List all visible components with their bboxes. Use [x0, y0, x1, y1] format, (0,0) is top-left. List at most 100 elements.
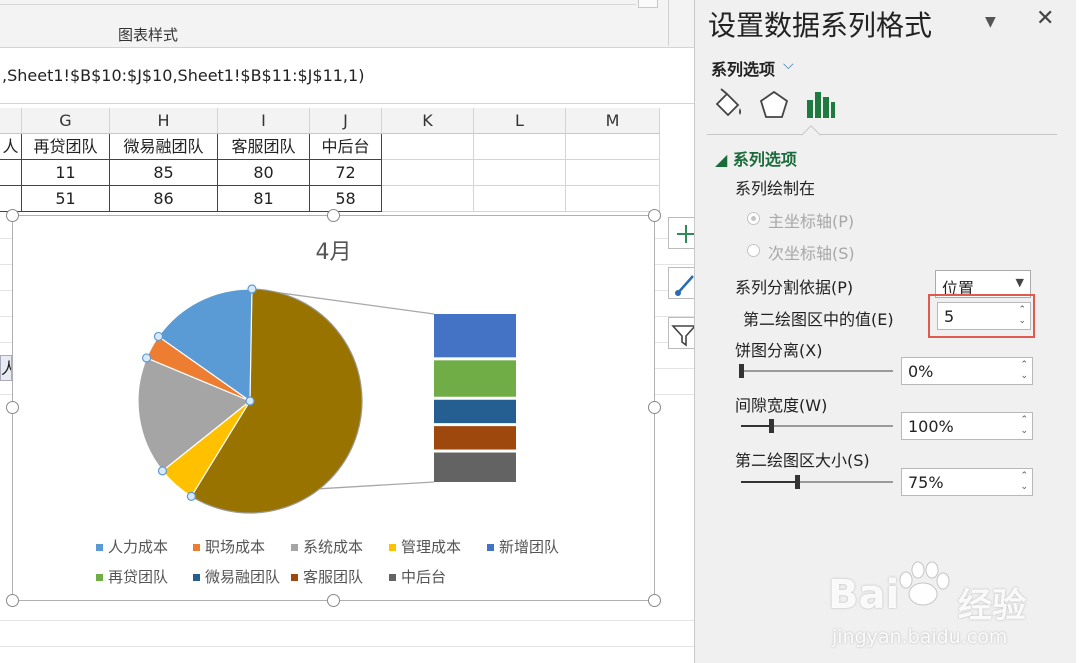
column-header-partial[interactable] [0, 108, 22, 134]
point-handle[interactable] [153, 331, 164, 342]
table-cell[interactable] [382, 134, 474, 160]
explosion-slider[interactable] [739, 364, 893, 378]
chart-filters-button[interactable] [668, 317, 697, 349]
slider-thumb[interactable] [739, 364, 744, 378]
bar-chart-icon[interactable] [803, 88, 837, 122]
chart-styles-button[interactable] [668, 267, 696, 299]
table-cell[interactable]: 85 [110, 160, 218, 186]
ribbon-gallery-scroll[interactable] [638, 0, 658, 8]
table-header-cell[interactable]: 再贷团队 [22, 134, 110, 160]
chevron-down-icon[interactable]: ⌵ [783, 57, 794, 73]
table-cell[interactable] [566, 186, 660, 212]
table-cell[interactable]: 51 [22, 186, 110, 212]
column-header-m[interactable]: M [566, 108, 660, 134]
table-cell[interactable] [0, 160, 22, 186]
spin-up-icon[interactable]: ⌃ [1020, 471, 1028, 481]
table-cell[interactable]: 80 [218, 160, 310, 186]
column-header-h[interactable]: H [110, 108, 218, 134]
slider-thumb[interactable] [795, 475, 801, 489]
chart-elements-button[interactable] [668, 217, 696, 249]
table-cell[interactable]: 86 [110, 186, 218, 212]
bar-segment[interactable] [434, 314, 516, 358]
primary-axis-radio[interactable] [747, 212, 760, 225]
point-handle[interactable] [186, 491, 196, 501]
explosion-stepper[interactable]: 0% ⌃ ⌄ [901, 357, 1033, 385]
pane-options-dropdown-icon[interactable]: ▼ [985, 14, 996, 30]
bar-segment[interactable] [434, 360, 516, 397]
legend-item[interactable]: 新增团队 [487, 536, 559, 557]
table-cell[interactable]: 11 [22, 160, 110, 186]
resize-handle[interactable] [6, 594, 19, 607]
formula-text[interactable]: ,Sheet1!$B$10:$J$10,Sheet1!$B$11:$J$11,1… [2, 66, 364, 85]
paint-bucket-icon[interactable] [711, 88, 745, 122]
gap-width-stepper[interactable]: 100% ⌃ ⌄ [901, 412, 1033, 440]
point-handle[interactable] [142, 353, 152, 363]
legend-item[interactable]: 职场成本 [193, 536, 265, 557]
slider-thumb[interactable] [769, 419, 775, 433]
explosion-value[interactable]: 0% [908, 362, 933, 381]
legend-item[interactable]: 系统成本 [291, 536, 363, 557]
table-header-cell[interactable]: 中后台 [310, 134, 382, 160]
spin-up-icon[interactable]: ⌃ [1020, 415, 1028, 425]
spin-down-icon[interactable]: ⌄ [1020, 426, 1028, 436]
formula-bar[interactable]: ,Sheet1!$B$10:$J$10,Sheet1!$B$11:$J$11,1… [0, 48, 694, 104]
table-cell[interactable]: 人 [0, 134, 22, 160]
column-header-l[interactable]: L [474, 108, 566, 134]
secondary-axis-radio[interactable] [747, 244, 760, 257]
legend-item[interactable]: 微易融团队 [193, 566, 280, 587]
column-header-i[interactable]: I [218, 108, 310, 134]
legend-item[interactable]: 再贷团队 [96, 566, 168, 587]
selected-cell-partial[interactable]: 人 [0, 355, 12, 381]
spin-up-icon[interactable]: ⌃ [1020, 360, 1028, 370]
point-handle[interactable] [157, 466, 168, 476]
chart-title[interactable]: 4月 [13, 234, 654, 266]
legend-item[interactable]: 客服团队 [291, 566, 363, 587]
second-plot-size-slider[interactable] [741, 475, 893, 489]
legend-item[interactable]: 管理成本 [389, 536, 461, 557]
pie-chart-area[interactable]: 4月 人力成本 职场成本 系统成本 管理成本 新增团队 再贷团队 微易融团队 客… [12, 215, 655, 601]
table-cell[interactable]: 72 [310, 160, 382, 186]
resize-handle[interactable] [6, 401, 19, 414]
column-header-j[interactable]: J [310, 108, 382, 134]
pentagon-icon[interactable] [757, 88, 791, 122]
resize-handle[interactable] [648, 594, 661, 607]
close-icon[interactable]: ✕ [1036, 6, 1054, 31]
resize-handle[interactable] [327, 209, 340, 222]
section-series-options[interactable]: ◢ 系列选项 [715, 146, 797, 170]
bar-segment[interactable] [434, 399, 516, 424]
legend-item[interactable]: 中后台 [389, 566, 446, 587]
table-cell[interactable] [566, 134, 660, 160]
table-header-cell[interactable]: 客服团队 [218, 134, 310, 160]
resize-handle[interactable] [327, 594, 340, 607]
table-cell[interactable] [474, 186, 566, 212]
gap-width-value[interactable]: 100% [908, 417, 954, 436]
table-cell[interactable]: 58 [310, 186, 382, 212]
series-options-tab[interactable]: 系列选项 [711, 56, 775, 80]
column-header-g[interactable]: G [22, 108, 110, 134]
table-cell[interactable] [474, 160, 566, 186]
table-cell[interactable] [382, 186, 474, 212]
resize-handle[interactable] [648, 401, 661, 414]
point-handle[interactable] [247, 284, 257, 294]
bar-segment[interactable] [434, 452, 516, 482]
second-plot-size-stepper[interactable]: 75% ⌃ ⌄ [901, 468, 1033, 496]
column-header-k[interactable]: K [382, 108, 474, 134]
second-plot-size-value[interactable]: 75% [908, 473, 944, 492]
spin-down-icon[interactable]: ⌄ [1020, 371, 1028, 381]
table-header-cell[interactable]: 微易融团队 [110, 134, 218, 160]
resize-handle[interactable] [6, 209, 19, 222]
gap-width-slider[interactable] [741, 419, 893, 433]
table-cell[interactable] [382, 160, 474, 186]
ribbon-gallery-edge [0, 4, 636, 5]
table-cell[interactable]: 81 [218, 186, 310, 212]
chart-plot[interactable] [13, 276, 653, 576]
legend-item[interactable]: 人力成本 [96, 536, 168, 557]
spin-down-icon[interactable]: ⌄ [1020, 482, 1028, 492]
table-cell[interactable] [474, 134, 566, 160]
point-handle[interactable] [245, 396, 255, 406]
collapse-triangle-icon[interactable]: ◢ [715, 150, 727, 169]
bar-segment[interactable] [434, 426, 516, 450]
resize-handle[interactable] [648, 209, 661, 222]
format-data-series-pane[interactable]: 设置数据系列格式 ▼ ✕ 系列选项 ⌵ ◢ 系列选项 系列绘制在 主坐标轴(P)… [694, 0, 1076, 663]
table-cell[interactable] [566, 160, 660, 186]
